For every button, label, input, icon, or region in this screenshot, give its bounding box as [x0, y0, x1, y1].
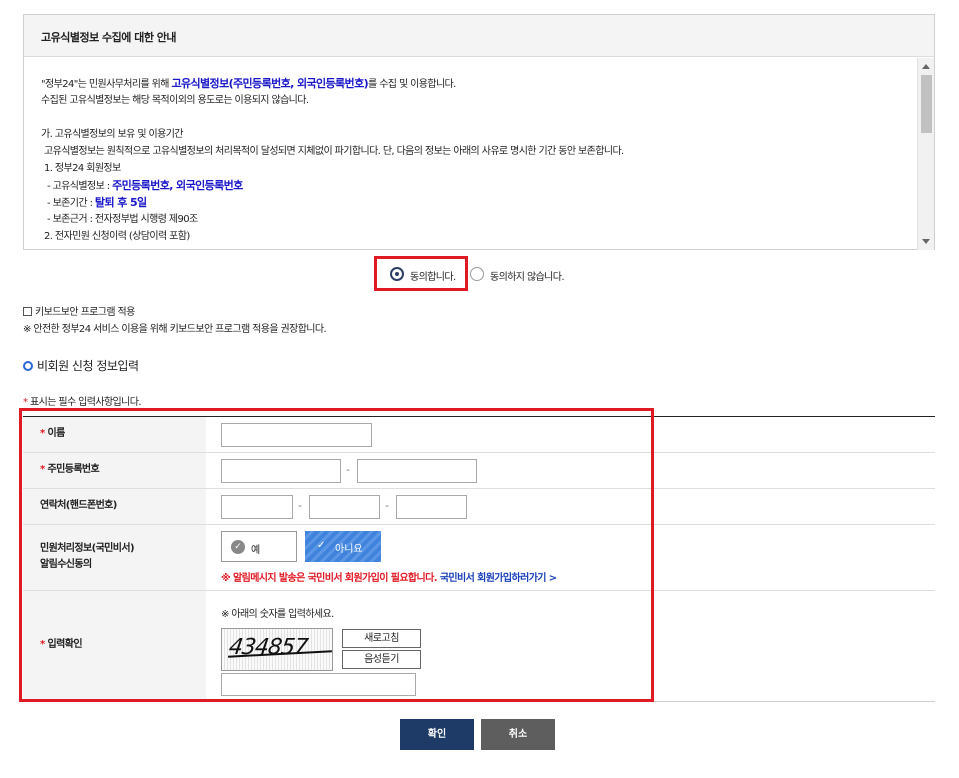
phone-part3-input[interactable]: [396, 495, 467, 519]
captcha-note: ※ 아래의 숫자를 입력하세요.: [221, 609, 334, 620]
notify-alert: ※ 알림메시지 발송은 국민비서 회원가입이 필요합니다. 국민비서 회원가입하…: [221, 573, 557, 584]
captcha-audio-button[interactable]: 음성듣기: [342, 650, 421, 669]
captcha-label: * 입력확인: [40, 639, 83, 650]
phone-dash-2: -: [385, 499, 389, 512]
rrn-dash: -: [346, 463, 350, 476]
notice-section-a-desc: 고유식별정보는 원칙적으로 고유식별정보의 처리목적이 달성되면 지체없이 파기…: [44, 146, 624, 157]
phone-part1-input[interactable]: [221, 495, 293, 519]
notice-section-a: 가. 고유식별정보의 보유 및 이용기간: [41, 129, 184, 140]
notice-line-2: 수집된 고유식별정보는 해당 목적이외의 용도로는 이용되지 않습니다.: [41, 95, 309, 106]
name-row: * 이름: [23, 417, 935, 453]
keyboard-security-label: 키보드보안 프로그램 적용: [35, 307, 135, 318]
rrn-front-input[interactable]: [221, 459, 341, 483]
notice-item-1b: - 보존기간 : 탈퇴 후 5일: [47, 196, 147, 209]
disagree-radio[interactable]: [470, 267, 484, 281]
notify-label: 민원처리정보(국민비서) 알림수신동의: [40, 543, 135, 570]
disagree-label[interactable]: 동의하지 않습니다.: [490, 268, 565, 283]
rrn-label: * 주민등록번호: [40, 464, 100, 475]
scroll-down-icon[interactable]: [922, 239, 930, 244]
phone-dash-1: -: [298, 499, 302, 512]
notice-item-1a: - 고유식별정보 : 주민등록번호, 외국인등록번호: [47, 179, 243, 192]
notice-item-1c: - 보존근거 : 전자정부법 시행령 제90조: [47, 214, 198, 225]
phone-row: 연락처(핸드폰번호): [23, 489, 935, 525]
keyboard-security-checkbox[interactable]: [23, 307, 32, 316]
form-bottom-border: [23, 701, 935, 702]
signup-link[interactable]: 국민비서 회원가입하러가기 >: [440, 573, 557, 584]
captcha-image: 434857: [221, 628, 333, 671]
notice-item-1: 1. 정부24 회원정보: [44, 163, 121, 174]
notice-content[interactable]: "정부24"는 민원사무처리를 위해 고유식별정보(주민등록번호, 외국인등록번…: [24, 58, 917, 250]
section-title: 비회원 신청 정보입력: [23, 357, 139, 374]
phone-label: 연락처(핸드폰번호): [40, 500, 117, 511]
notice-line-1: "정부24"는 민원사무처리를 위해 고유식별정보(주민등록번호, 외국인등록번…: [41, 77, 456, 90]
notice-title: 고유식별정보 수집에 대한 안내: [24, 15, 934, 57]
notice-scrollbar[interactable]: [917, 58, 934, 250]
captcha-refresh-button[interactable]: 새로고침: [342, 629, 421, 648]
cancel-button[interactable]: 취소: [481, 719, 555, 750]
captcha-input[interactable]: [221, 673, 416, 696]
notify-no-button[interactable]: ✓ 아니요: [305, 531, 381, 562]
name-input[interactable]: [221, 423, 372, 447]
scroll-up-icon[interactable]: [922, 64, 930, 69]
scroll-thumb[interactable]: [921, 75, 932, 133]
check-icon: ✓: [317, 540, 326, 551]
rrn-row: * 주민등록번호: [23, 453, 935, 489]
agree-label[interactable]: 동의합니다.: [410, 268, 456, 283]
notify-yes-button[interactable]: ✓ 예: [221, 531, 297, 562]
name-label: * 이름: [40, 428, 65, 439]
circle-bullet-icon: [23, 361, 33, 371]
check-circle-icon: ✓: [231, 540, 245, 554]
keyboard-security-option[interactable]: 키보드보안 프로그램 적용: [23, 303, 135, 318]
keyboard-security-note: ※ 안전한 정부24 서비스 이용을 위해 키보드보안 프로그램 적용을 권장합…: [23, 324, 327, 335]
notice-item-2: 2. 전자민원 신청이력 (상담이력 포함): [44, 231, 190, 242]
confirm-button[interactable]: 확인: [400, 719, 474, 750]
rrn-back-input[interactable]: [357, 459, 477, 483]
notice-box: 고유식별정보 수집에 대한 안내 "정부24"는 민원사무처리를 위해 고유식별…: [23, 14, 935, 250]
captcha-row: * 입력확인: [23, 591, 935, 701]
phone-part2-input[interactable]: [309, 495, 380, 519]
required-note: * 표시는 필수 입력사항입니다.: [23, 397, 142, 408]
agree-radio[interactable]: [390, 267, 404, 281]
